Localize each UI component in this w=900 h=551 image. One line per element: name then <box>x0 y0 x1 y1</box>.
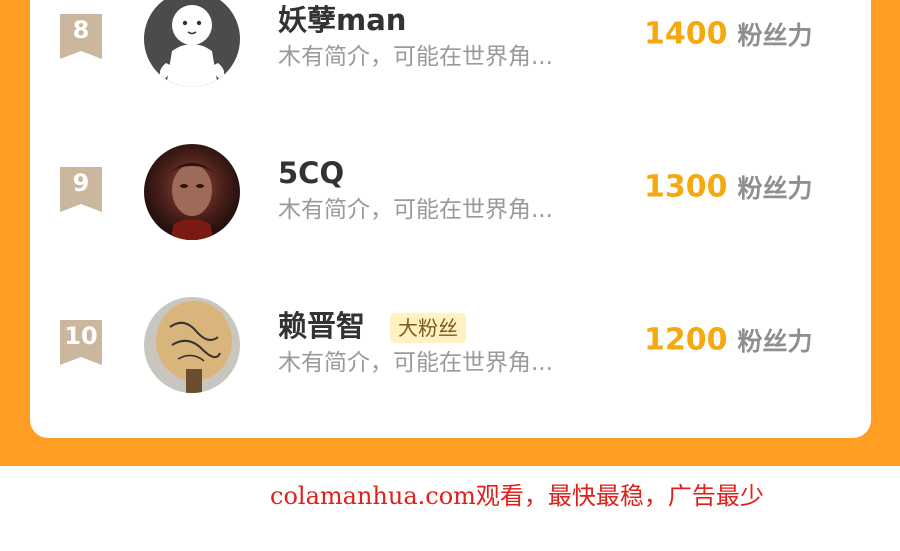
big-fan-badge: 大粉丝 <box>390 313 466 343</box>
user-name[interactable]: 赖晋智 <box>278 308 365 344</box>
avatar[interactable] <box>144 0 240 87</box>
portrait-avatar-icon <box>144 144 240 240</box>
leaderboard-card: 8 妖孽man 木有简介，可能在世界角... 1400 粉丝力 9 5CQ 木有… <box>30 0 871 438</box>
fans-number: 1300 <box>644 169 728 205</box>
fans-power: 1400 粉丝力 <box>644 16 813 52</box>
rank-number: 9 <box>72 169 90 197</box>
fans-unit: 粉丝力 <box>737 174 813 203</box>
avatar[interactable] <box>144 297 240 393</box>
fans-number: 1200 <box>644 322 728 358</box>
user-name[interactable]: 5CQ <box>278 155 344 191</box>
leaderboard-row-9[interactable]: 9 5CQ 木有简介，可能在世界角... 1300 粉丝力 <box>30 131 871 251</box>
rank-badge: 8 <box>60 14 102 59</box>
rank-badge: 10 <box>60 320 102 365</box>
footer-watermark: colamanhua.com观看，最快最稳，广告最少 <box>270 482 764 510</box>
fans-number: 1400 <box>644 16 728 52</box>
ghost-avatar-icon <box>144 0 240 87</box>
user-intro: 木有简介，可能在世界角... <box>278 197 553 223</box>
rank-badge: 9 <box>60 167 102 212</box>
rank-number: 8 <box>72 16 90 44</box>
avatar[interactable] <box>144 144 240 240</box>
paddle-avatar-icon <box>144 297 240 393</box>
leaderboard-row-8[interactable]: 8 妖孽man 木有简介，可能在世界角... 1400 粉丝力 <box>30 0 871 98</box>
user-intro: 木有简介，可能在世界角... <box>278 44 553 70</box>
leaderboard-row-10[interactable]: 10 赖晋智 大粉丝 木有简介，可能在世界角... 1200 粉丝力 <box>30 284 871 404</box>
fans-unit: 粉丝力 <box>737 327 813 356</box>
rank-number: 10 <box>64 322 98 350</box>
fans-power: 1300 粉丝力 <box>644 169 813 205</box>
fans-unit: 粉丝力 <box>737 21 813 50</box>
user-intro: 木有简介，可能在世界角... <box>278 350 553 376</box>
fans-power: 1200 粉丝力 <box>644 322 813 358</box>
user-name[interactable]: 妖孽man <box>278 2 406 38</box>
